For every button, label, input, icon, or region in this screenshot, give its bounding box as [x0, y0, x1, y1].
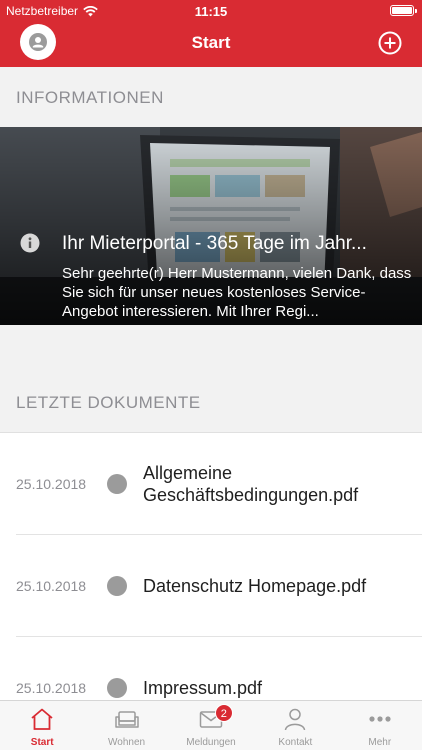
status-bar: Netzbetreiber 11:15 [0, 0, 422, 22]
battery-icon [390, 5, 417, 16]
section-header-info: INFORMATIONEN [0, 67, 422, 127]
info-card-title: Ihr Mieterportal - 365 Tage im Jahr... [62, 233, 367, 254]
section-title-docs: LETZTE DOKUMENTE [16, 393, 201, 412]
navigation-bar: Start [0, 22, 422, 67]
document-name: Impressum.pdf [143, 678, 263, 698]
more-icon [369, 716, 391, 722]
tab-label: Meldungen [186, 737, 236, 748]
document-date: 25.10.2018 [16, 578, 87, 594]
tab-start[interactable]: Start [0, 701, 84, 750]
tab-kontakt[interactable]: Kontakt [253, 701, 337, 750]
clock: 11:15 [194, 4, 228, 19]
document-row[interactable]: 25.10.2018 Datenschutz Homepage.pdf [0, 535, 422, 637]
tab-label: Mehr [368, 737, 392, 748]
document-row[interactable]: 25.10.2018 Allgemeine Geschäftsbedingung… [0, 433, 422, 535]
tab-wohnen[interactable]: Wohnen [84, 701, 168, 750]
tab-meldungen[interactable]: 2 Meldungen [169, 701, 253, 750]
document-date: 25.10.2018 [16, 476, 87, 492]
person-icon [285, 708, 306, 731]
document-name: Allgemeine Geschäftsbedingungen.pdf [143, 463, 359, 505]
tab-label: Kontakt [278, 737, 313, 748]
info-icon [20, 233, 40, 253]
tab-bar: Start Wohnen 2 Meldungen Kontakt Mehr [0, 700, 422, 750]
add-circle-icon[interactable] [378, 31, 402, 55]
document-status-dot [107, 576, 127, 596]
document-list: 25.10.2018 Allgemeine Geschäftsbedingung… [0, 432, 422, 700]
info-card[interactable]: Ihr Mieterportal - 365 Tage im Jahr... S… [0, 127, 422, 325]
document-status-dot [107, 678, 127, 698]
page-title: Start [191, 33, 231, 52]
section-title-info: INFORMATIONEN [16, 88, 164, 107]
document-date: 25.10.2018 [16, 680, 87, 696]
home-icon [31, 708, 53, 730]
document-row[interactable]: 25.10.2018 Impressum.pdf [0, 637, 422, 700]
sofa-icon [114, 711, 139, 728]
document-status-dot [107, 474, 127, 494]
tab-mehr[interactable]: Mehr [338, 701, 422, 750]
notification-badge: 2 [214, 704, 233, 722]
tab-label: Wohnen [108, 737, 146, 748]
info-card-text: Sehr geehrte(r) Herr Mustermann, vielen … [62, 265, 412, 320]
document-name: Datenschutz Homepage.pdf [143, 576, 367, 596]
app-header: Netzbetreiber 11:15 Start [0, 0, 422, 67]
section-header-docs: LETZTE DOKUMENTE [0, 372, 422, 432]
tab-label: Start [30, 737, 54, 748]
